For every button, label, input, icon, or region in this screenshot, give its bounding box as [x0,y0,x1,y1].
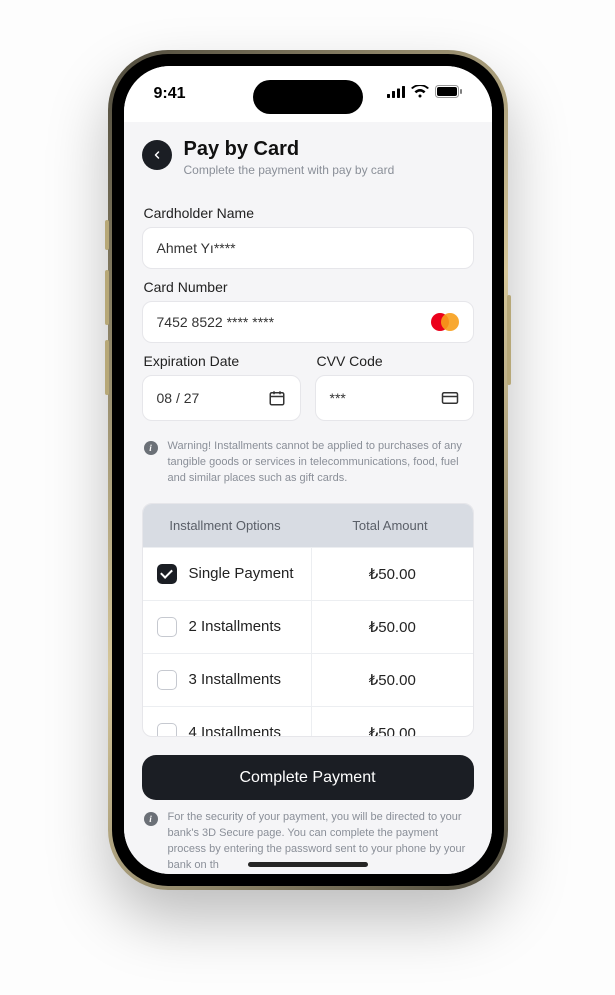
back-button[interactable] [142,140,172,170]
installment-row[interactable]: Single Payment ₺50.00 [143,547,473,600]
installment-table: Installment Options Total Amount Single … [142,503,474,737]
mastercard-icon [431,313,459,331]
calendar-icon [268,389,286,407]
volume-button [105,220,109,250]
page-title: Pay by Card [184,138,395,161]
volume-up-button [105,270,109,325]
card-number-input[interactable]: 7452 8522 **** **** [142,301,474,343]
table-head-option: Installment Options [143,504,308,547]
cardholder-name-input[interactable]: Ahmet Yı**** [142,227,474,269]
installment-amount: ₺50.00 [312,654,473,706]
installment-label: Single Payment [189,565,294,582]
status-time: 9:41 [154,85,186,103]
expiration-input[interactable]: 08 / 27 [142,375,301,421]
installment-label: 3 Installments [189,671,282,688]
home-indicator[interactable] [248,862,368,867]
complete-payment-label: Complete Payment [239,769,375,787]
cvv-label: CVV Code [317,353,474,369]
expiration-value: 08 / 27 [157,390,200,406]
installment-warning: Warning! Installments cannot be applied … [168,439,472,487]
installment-label: 2 Installments [189,618,282,635]
installment-row[interactable]: 2 Installments ₺50.00 [143,600,473,653]
expiration-label: Expiration Date [144,353,301,369]
installment-row[interactable]: 4 Installments ₺50.00 [143,706,473,737]
card-number-value: 7452 8522 **** **** [157,314,275,330]
complete-payment-button[interactable]: Complete Payment [142,755,474,800]
battery-icon [435,85,462,103]
cvv-value: *** [330,390,346,406]
installment-checkbox[interactable] [157,564,177,584]
wifi-icon [411,85,429,103]
installment-amount: ₺50.00 [312,707,473,737]
installment-amount: ₺50.00 [312,601,473,653]
power-button [507,295,511,385]
installment-checkbox[interactable] [157,617,177,637]
info-icon: i [144,441,158,455]
cellular-icon [387,85,405,103]
phone-frame: 9:41 [108,50,508,890]
installment-checkbox[interactable] [157,670,177,690]
installment-amount: ₺50.00 [312,548,473,600]
table-head-amount: Total Amount [308,504,473,547]
installment-checkbox[interactable] [157,723,177,737]
installment-label: 4 Installments [189,724,282,736]
cardholder-name-label: Cardholder Name [144,205,474,221]
volume-down-button [105,340,109,395]
info-icon: i [144,812,158,826]
page-subtitle: Complete the payment with pay by card [184,163,395,177]
card-number-label: Card Number [144,279,474,295]
installment-row[interactable]: 3 Installments ₺50.00 [143,653,473,706]
cardholder-name-value: Ahmet Yı**** [157,240,236,256]
dynamic-island [253,80,363,114]
card-icon [441,389,459,407]
cvv-input[interactable]: *** [315,375,474,421]
